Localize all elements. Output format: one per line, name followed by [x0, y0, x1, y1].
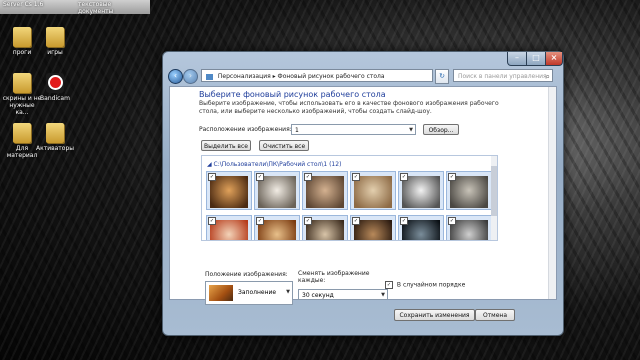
minimize-button[interactable]: –	[507, 52, 527, 66]
folder-icon	[13, 73, 31, 93]
shuffle-label: В случайном порядке	[396, 281, 466, 289]
grid-scrollbar[interactable]	[491, 156, 497, 240]
location-value: 1	[295, 127, 299, 134]
wallpaper-thumbnail-red-tiger[interactable]: ✓	[206, 215, 252, 240]
folder-icon	[46, 27, 64, 47]
image-grid: ◢ C:\Пользователи\ПК\Рабочий стол\1 (12)…	[201, 155, 498, 241]
chevron-down-icon: ▼	[286, 289, 290, 295]
wallpaper-thumbnail-wolf-howl[interactable]: ✓	[446, 171, 492, 210]
cancel-button[interactable]: Отмена	[475, 309, 515, 321]
icon-label: Активаторы	[35, 145, 75, 152]
thumbnail-checkbox[interactable]: ✓	[256, 173, 264, 181]
thumbnail-checkbox[interactable]: ✓	[256, 217, 264, 225]
browse-button[interactable]: Обзор...	[423, 124, 459, 135]
chevron-down-icon: ▼	[381, 292, 385, 298]
vertical-scrollbar[interactable]	[548, 87, 556, 299]
wallpaper-thumbnail-tiger-face[interactable]: ✓	[302, 171, 348, 210]
interval-value: 30 секунд	[302, 292, 334, 299]
control-panel-icon	[206, 73, 213, 80]
personalization-window: – □ × ‹ › Персонализация ▸ Фоновый рисун…	[162, 51, 564, 336]
checkbox-checked-icon: ✓	[385, 281, 393, 289]
wallpaper-thumbnail-wolf-snow[interactable]: ✓	[398, 171, 444, 210]
select-all-button[interactable]: Выделить все	[201, 140, 251, 151]
thumbnail-checkbox[interactable]: ✓	[304, 173, 312, 181]
position-value: Заполнение	[238, 289, 277, 296]
thumbnail-checkbox[interactable]: ✓	[448, 217, 456, 225]
bandicam-icon	[46, 73, 64, 93]
thumbnail-checkbox[interactable]: ✓	[352, 173, 360, 181]
wallpaper-thumbnail-white-tiger[interactable]: ✓	[254, 171, 300, 210]
search-icon: ⌕	[545, 72, 550, 81]
wallpaper-thumbnail-tiger[interactable]: ✓	[206, 171, 252, 210]
shuffle-checkbox[interactable]: ✓ В случайном порядке	[385, 281, 465, 289]
page-description: Выберите изображение, чтобы использовать…	[199, 100, 499, 115]
taskbar-text: Server Cs 1.6	[3, 1, 44, 8]
breadcrumb-desktop-background[interactable]: Фоновый рисунок рабочего стола	[278, 73, 385, 80]
interval-dropdown[interactable]: 30 секунд ▼	[298, 289, 388, 300]
position-label: Положение изображения:	[205, 271, 288, 278]
interval-label: Сменять изображение каждые:	[298, 270, 370, 284]
chevron-down-icon: ▼	[409, 127, 413, 133]
location-label: Расположение изображения:	[199, 126, 292, 133]
taskbar-text-2: текстовые документы	[78, 1, 114, 15]
refresh-button[interactable]: ↻	[435, 69, 449, 84]
wallpaper-thumbnail-lion-cub[interactable]: ✓	[350, 171, 396, 210]
wallpaper-thumbnail-orange-glow[interactable]: ✓	[254, 215, 300, 240]
search-input[interactable]: Поиск в панели управления ⌕	[453, 69, 553, 82]
thumbnail-checkbox[interactable]: ✓	[208, 173, 216, 181]
desktop-icon-aktivatory[interactable]: Активаторы	[35, 123, 75, 152]
wallpaper-thumbnail-eagle[interactable]: ✓	[302, 215, 348, 240]
thumbnail-checkbox[interactable]: ✓	[352, 217, 360, 225]
thumbnail-checkbox[interactable]: ✓	[400, 173, 408, 181]
page-title: Выберите фоновый рисунок рабочего стола	[199, 90, 386, 99]
folder-icon	[13, 27, 31, 47]
back-button[interactable]: ‹	[168, 69, 183, 84]
folder-path: C:\Пользователи\ПК\Рабочий стол\1 (12)	[213, 161, 342, 168]
clear-all-button[interactable]: Очистить все	[259, 140, 309, 151]
search-placeholder: Поиск в панели управления	[458, 73, 547, 80]
folder-header[interactable]: ◢ C:\Пользователи\ПК\Рабочий стол\1 (12)	[207, 161, 341, 168]
grid-scrollbar-thumb[interactable]	[491, 166, 497, 216]
position-preview-icon	[209, 285, 233, 301]
breadcrumb-personalization[interactable]: Персонализация	[218, 73, 271, 80]
desktop-icon-bandicam[interactable]: Bandicam	[35, 73, 75, 102]
wallpaper-thumbnail-wolves[interactable]: ✓	[446, 215, 492, 240]
folder-icon	[46, 123, 64, 143]
wallpaper-thumbnail-dark-wolf[interactable]: ✓	[398, 215, 444, 240]
maximize-button[interactable]: □	[526, 52, 546, 66]
desktop-icon-igry[interactable]: игры	[35, 27, 75, 56]
folder-icon	[13, 123, 31, 143]
position-dropdown[interactable]: Заполнение ▼	[205, 281, 293, 305]
thumbnail-checkbox[interactable]: ✓	[400, 217, 408, 225]
address-bar[interactable]: Персонализация ▸ Фоновый рисунок рабочег…	[201, 69, 433, 82]
thumbnail-checkbox[interactable]: ✓	[208, 217, 216, 225]
icon-label: Bandicam	[40, 95, 70, 102]
forward-button[interactable]: ›	[183, 69, 198, 84]
icon-label: игры	[47, 49, 63, 56]
location-dropdown[interactable]: 1 ▼	[291, 124, 416, 135]
thumbnail-checkbox[interactable]: ✓	[448, 173, 456, 181]
wallpaper-thumbnail-tiger-dark[interactable]: ✓	[350, 215, 396, 240]
save-changes-button[interactable]: Сохранить изменения	[394, 309, 475, 321]
close-button[interactable]: ×	[545, 52, 563, 66]
thumbnail-checkbox[interactable]: ✓	[304, 217, 312, 225]
